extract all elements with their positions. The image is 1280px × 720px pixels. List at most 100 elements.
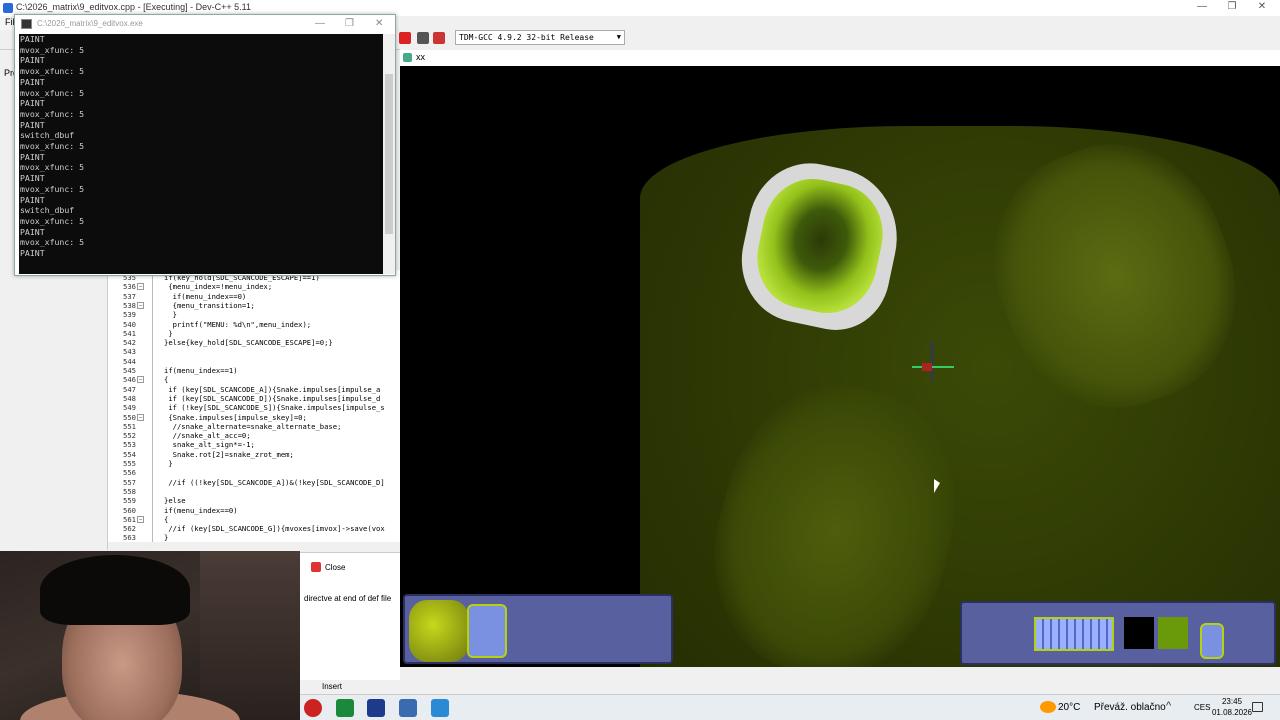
code-line[interactable]: 560 if(menu_index==0) — [108, 506, 400, 515]
code-line[interactable]: 554 Snake.rot[2]=snake_zrot_mem; — [108, 450, 400, 459]
close-log-button[interactable]: Close — [307, 560, 349, 574]
line-number: 556 — [123, 468, 136, 478]
code-line[interactable]: 546− { — [108, 375, 400, 384]
code-line[interactable]: 538− {menu_transition=1; — [108, 301, 400, 310]
console-scrollbar[interactable] — [383, 34, 395, 274]
hud-lock-button[interactable] — [1200, 623, 1224, 659]
gizmo-z-axis[interactable] — [922, 363, 932, 371]
console-line: PAINT — [20, 119, 45, 130]
code-line[interactable]: 549 if (!key[SDL_SCANCODE_S]){Snake.impu… — [108, 403, 400, 412]
color-swatch-green[interactable] — [1158, 617, 1188, 649]
code-text: //snake_alternate=snake_alternate_base; — [164, 421, 342, 431]
console-line: PAINT — [20, 98, 45, 109]
hud-left-panel — [403, 594, 673, 664]
code-line[interactable]: 562 //if (key[SDL_SCANCODE_G]){mvoxes[im… — [108, 524, 400, 533]
console-line: PAINT — [20, 151, 45, 162]
gizmo-y-axis[interactable] — [931, 341, 933, 381]
fold-toggle-icon[interactable]: − — [137, 283, 144, 291]
close-button[interactable]: ✕ — [1248, 1, 1276, 15]
console-line: PAINT — [20, 226, 45, 237]
code-line[interactable]: 548 if (key[SDL_SCANCODE_D]){Snake.impul… — [108, 394, 400, 403]
code-text: Snake.rot[2]=snake_zrot_mem; — [164, 449, 294, 459]
line-number: 539 — [123, 310, 136, 320]
compiler-select[interactable]: TDM-GCC 4.9.2 32-bit Release ▼ — [455, 30, 625, 45]
tray-overflow-icon[interactable]: ^ — [1166, 700, 1171, 712]
code-line[interactable]: 559}else — [108, 496, 400, 505]
notification-icon[interactable] — [1252, 702, 1263, 712]
fold-toggle-icon[interactable]: − — [137, 413, 144, 421]
console-line: mvox_xfunc: 5 — [20, 87, 85, 98]
line-number: 557 — [123, 477, 136, 487]
code-line[interactable]: 545 if(menu_index==1) — [108, 366, 400, 375]
code-text: //if (key[SDL_SCANCODE_G]){mvoxes[imvox]… — [164, 524, 385, 534]
code-line[interactable]: 547 if (key[SDL_SCANCODE_A]){Snake.impul… — [108, 385, 400, 394]
console-titlebar[interactable]: C:\2026_matrix\9_editvox.exe — ❐ ✕ — [15, 15, 395, 34]
line-number: 563 — [123, 533, 136, 542]
hud-grid-button[interactable] — [467, 604, 507, 658]
voxel-viewport[interactable] — [400, 66, 1280, 667]
weather-icon[interactable] — [1040, 701, 1056, 713]
code-line[interactable]: 537 if(menu_index==0) — [108, 292, 400, 301]
code-text: } — [164, 533, 169, 542]
fold-toggle-icon[interactable]: − — [137, 376, 144, 384]
code-line[interactable]: 558 — [108, 487, 400, 496]
console-line: PAINT — [20, 248, 45, 259]
code-line[interactable]: 541 } — [108, 329, 400, 338]
window-app-icon[interactable] — [431, 699, 449, 717]
game-window[interactable]: xx — [400, 50, 1280, 667]
code-line[interactable]: 551 //snake_alternate=snake_alternate_ba… — [108, 422, 400, 431]
code-text: } — [164, 310, 177, 320]
code-text: { — [164, 375, 169, 385]
code-line[interactable]: 553 snake_alt_sign*=-1; — [108, 440, 400, 449]
line-number: 548 — [123, 393, 136, 403]
weather-description[interactable]: Převáž. oblačno — [1094, 702, 1166, 713]
code-text: { — [164, 514, 169, 524]
code-line[interactable]: 536− {menu_index=!menu_index; — [108, 282, 400, 291]
color-swatch-black[interactable] — [1124, 617, 1154, 649]
stop-execution-icon[interactable] — [399, 32, 411, 44]
console-window[interactable]: C:\2026_matrix\9_editvox.exe — ❐ ✕ PAINT… — [14, 14, 396, 276]
minimize-button[interactable]: — — [1188, 1, 1216, 15]
ide-title: C:\2026_matrix\9_editvox.cpp - [Executin… — [16, 2, 251, 12]
line-number: 555 — [123, 459, 136, 468]
console-maximize-button[interactable]: ❐ — [345, 18, 354, 29]
code-line[interactable]: 550− {Snake.impulses[impulse_skey]=0; — [108, 413, 400, 422]
code-text: printf("MENU: %d\n",menu_index); — [164, 319, 312, 329]
record-app-icon[interactable] — [304, 699, 322, 717]
code-line[interactable]: 563} — [108, 533, 400, 542]
game-titlebar[interactable]: xx — [400, 50, 1280, 66]
code-line[interactable]: 556 — [108, 468, 400, 477]
console-title: C:\2026_matrix\9_editvox.exe — [37, 19, 143, 28]
restore-button[interactable]: ❐ — [1218, 1, 1246, 15]
code-text: {Snake.impulses[impulse_skey]=0; — [164, 412, 307, 422]
console-scrollbar-thumb[interactable] — [385, 74, 393, 234]
weather-temperature[interactable]: 20°C — [1058, 702, 1080, 713]
code-line[interactable]: 539 } — [108, 310, 400, 319]
console-minimize-button[interactable]: — — [315, 18, 325, 29]
fold-toggle-icon[interactable]: − — [137, 301, 144, 309]
code-text: if (key[SDL_SCANCODE_D]){Snake.impulses[… — [164, 393, 381, 403]
code-line[interactable]: 542}else{key_hold[SDL_SCANCODE_ESCAPE]=0… — [108, 338, 400, 347]
chevron-down-icon: ▼ — [616, 33, 621, 41]
code-line[interactable]: 540 printf("MENU: %d\n",menu_index); — [108, 320, 400, 329]
code-line[interactable]: 543 — [108, 347, 400, 356]
code-line[interactable]: 555 } — [108, 459, 400, 468]
code-line[interactable]: 557 //if ((!key[SDL_SCANCODE_A])&(!key[S… — [108, 478, 400, 487]
gizmo-x-axis[interactable] — [912, 366, 954, 368]
code-line[interactable]: 561− { — [108, 515, 400, 524]
debug-icon[interactable] — [433, 32, 445, 44]
palette-grid[interactable] — [1034, 617, 1114, 651]
devcpp-app-icon[interactable] — [336, 699, 354, 717]
console-close-button[interactable]: ✕ — [375, 18, 383, 29]
console-app-icon[interactable] — [367, 699, 385, 717]
fold-toggle-icon[interactable]: − — [137, 515, 144, 523]
code-editor[interactable]: 535 if(key_hold[SDL_SCANCODE_ESCAPE]==1) 5… — [108, 270, 400, 542]
line-number: 561 — [123, 514, 136, 524]
chart-icon[interactable] — [417, 32, 429, 44]
console-line: PAINT — [20, 173, 45, 184]
clock-time[interactable]: 23:45 — [1212, 697, 1252, 706]
code-line[interactable]: 552 //snake_alt_acc=0; — [108, 431, 400, 440]
console-line: PAINT — [20, 76, 45, 87]
code-line[interactable]: 544 — [108, 357, 400, 366]
explorer-app-icon[interactable] — [399, 699, 417, 717]
